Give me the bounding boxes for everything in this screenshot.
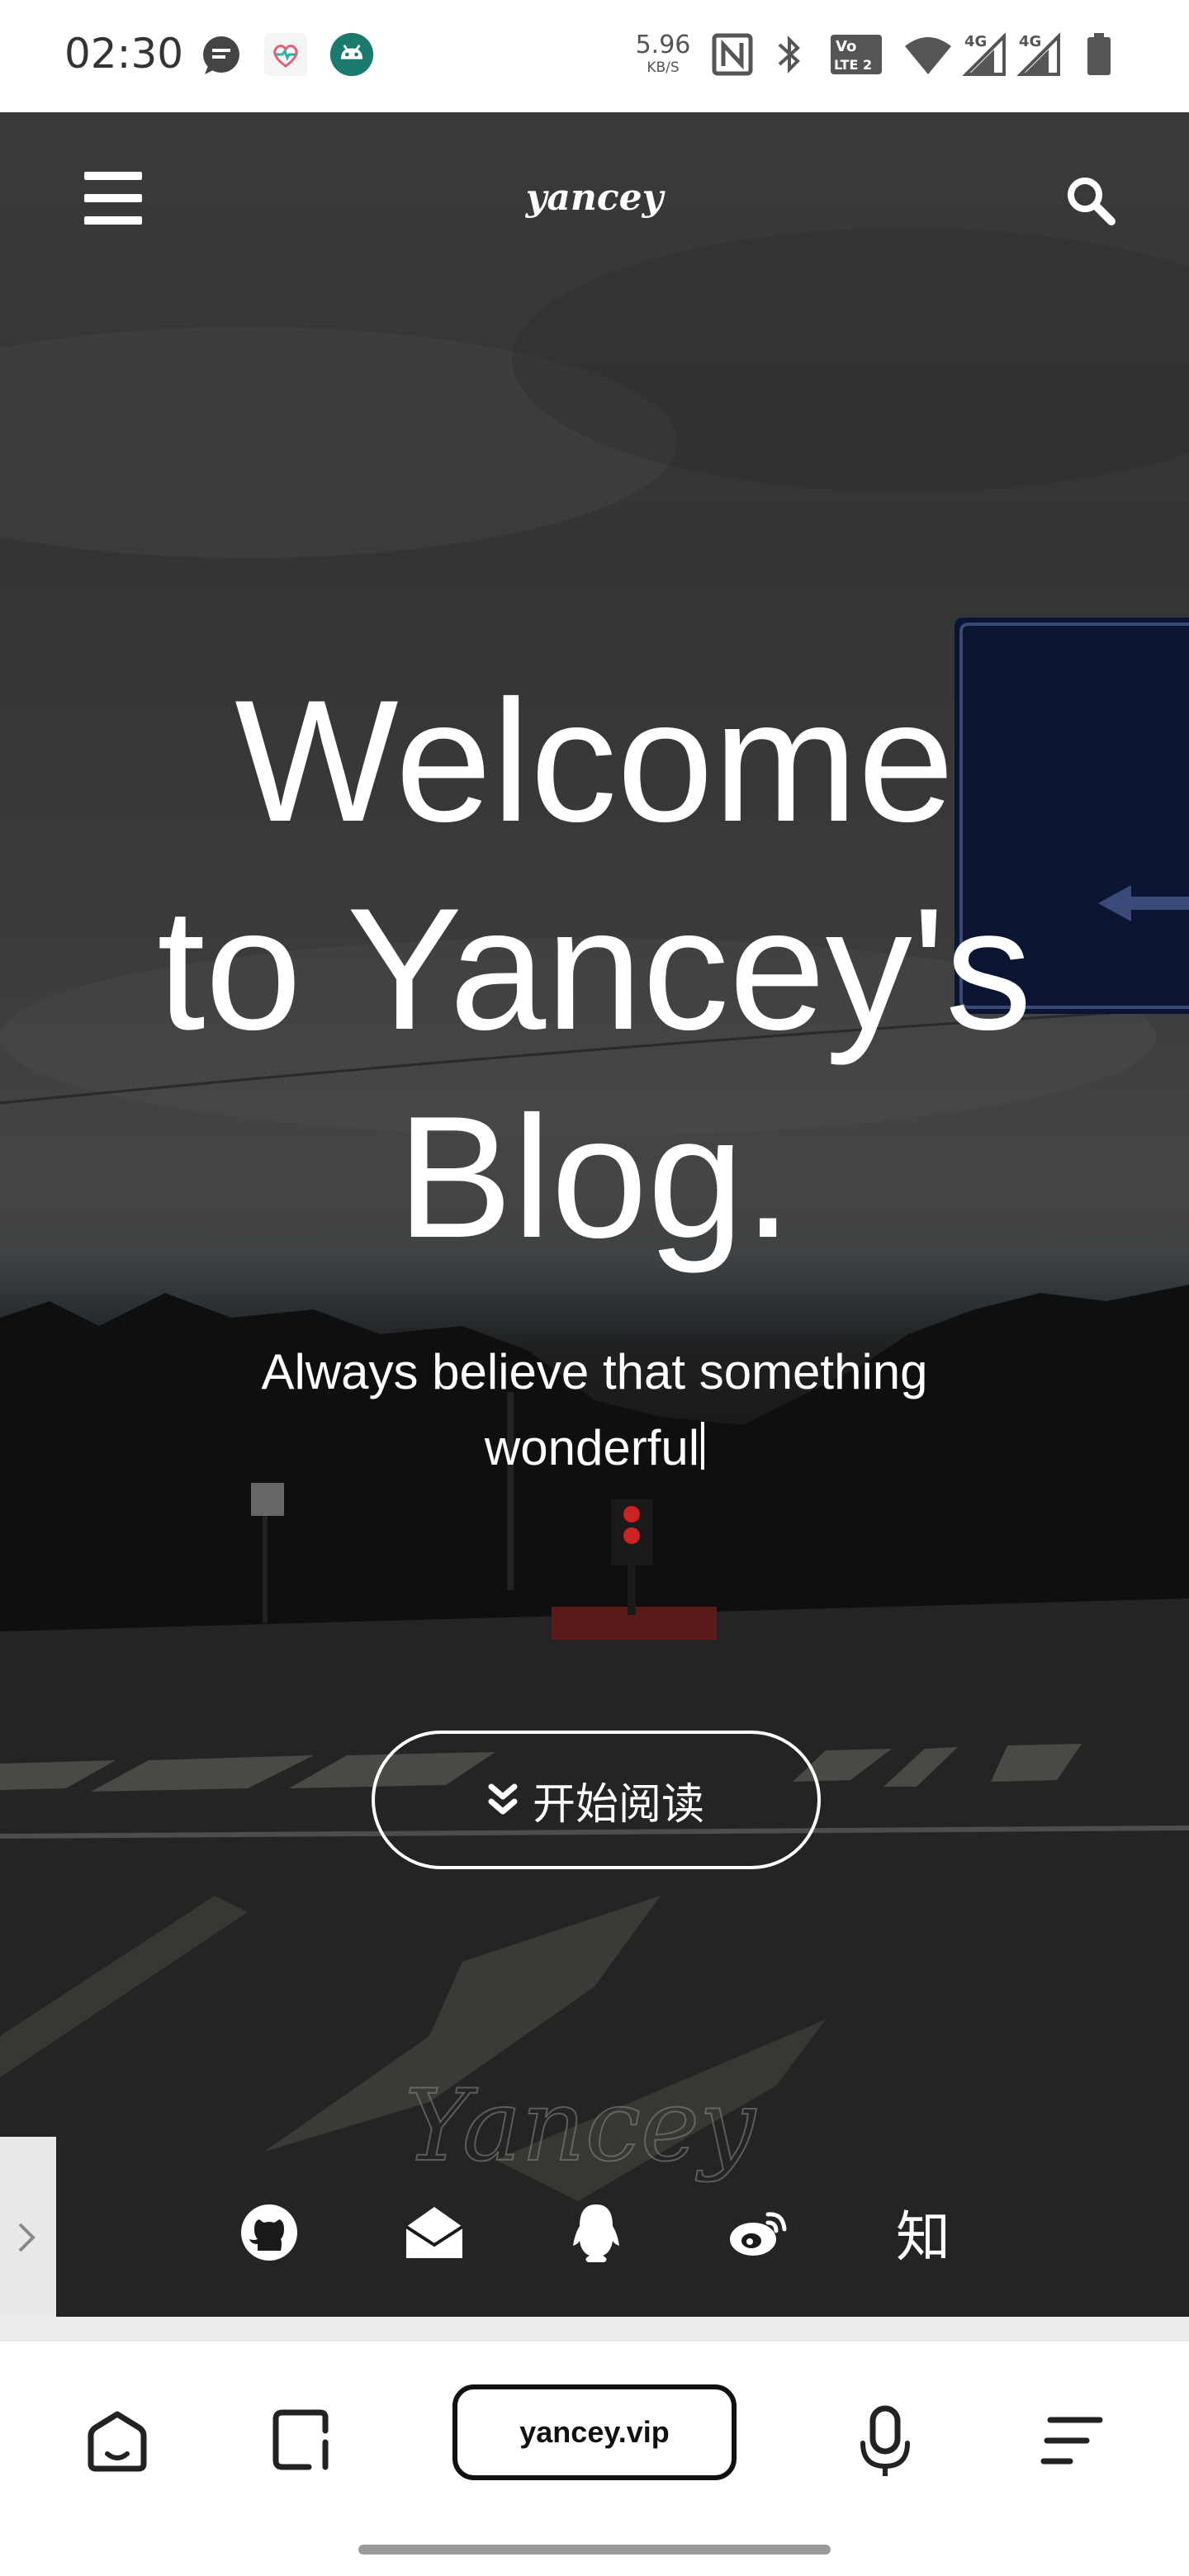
divider — [0, 2317, 1189, 2342]
hero-section: yancey Welcome to Yancey's Blog. Always … — [0, 112, 1189, 2317]
search-icon[interactable] — [1065, 175, 1116, 226]
network-speed: 5.96 KB/S — [634, 33, 692, 75]
home-indicator[interactable] — [358, 2545, 831, 2555]
status-bar: 02:30 5.96 KB/S Vo LTE 2 4G 4G — [0, 0, 1189, 112]
microphone-icon[interactable] — [844, 2399, 926, 2482]
qq-icon[interactable] — [563, 2200, 629, 2266]
tabs-icon[interactable] — [261, 2399, 343, 2482]
hero-title-line-2: to Yancey's — [157, 872, 1032, 1066]
hero-subtitle: Always believe that something wonderful — [182, 1334, 1007, 1486]
signature-watermark: Yancey — [404, 2069, 758, 2185]
signal-label-2: 4G — [1019, 33, 1041, 50]
bluetooth-icon — [778, 36, 800, 73]
weibo-icon[interactable] — [725, 2200, 791, 2266]
battery-icon — [1087, 33, 1111, 75]
wifi-icon — [905, 37, 951, 74]
volte-icon: Vo LTE 2 — [831, 35, 882, 74]
android-icon — [329, 32, 374, 77]
signal-4g-icon: 4G — [962, 32, 1006, 76]
home-icon[interactable] — [76, 2399, 159, 2482]
start-reading-button[interactable]: 开始阅读 — [372, 1731, 821, 1869]
hamburger-menu-icon[interactable] — [84, 172, 144, 225]
github-icon[interactable] — [236, 2200, 302, 2266]
signal-4g-icon: 4G — [1016, 32, 1060, 76]
signature-text: Yancey — [405, 2069, 757, 2184]
side-drawer-tab[interactable] — [0, 2137, 56, 2317]
message-icon — [203, 36, 239, 74]
site-brand[interactable]: yancey — [512, 177, 677, 219]
hero-title: Welcome to Yancey's Blog. — [83, 657, 1106, 1281]
volte-line1: Vo — [836, 38, 856, 55]
network-speed-unit: KB/S — [647, 59, 680, 76]
hero-subtitle-line-2: wonderful — [484, 1420, 700, 1475]
menu-icon[interactable] — [1030, 2399, 1113, 2482]
url-bar[interactable]: yancey.vip — [452, 2384, 737, 2480]
mail-icon[interactable] — [401, 2200, 467, 2266]
typing-cursor — [701, 1422, 705, 1470]
volte-line2: LTE 2 — [834, 57, 872, 73]
network-speed-value: 5.96 — [635, 31, 691, 59]
hero-title-line-3: Blog. — [396, 1080, 793, 1274]
chevron-right-icon — [18, 2223, 36, 2252]
heart-app-icon — [264, 33, 307, 76]
signal-label-1: 4G — [964, 33, 987, 50]
browser-bottom-bar: yancey.vip — [0, 2342, 1189, 2576]
hero-title-line-1: Welcome — [234, 664, 955, 858]
nfc-icon — [712, 33, 753, 76]
hero-subtitle-line-1: Always believe that something — [261, 1344, 928, 1399]
start-reading-label: 开始阅读 — [532, 1779, 704, 1830]
double-chevron-down-icon — [488, 1783, 518, 1815]
status-time: 02:30 — [64, 30, 184, 78]
zhihu-icon[interactable]: 知 — [890, 2200, 956, 2269]
